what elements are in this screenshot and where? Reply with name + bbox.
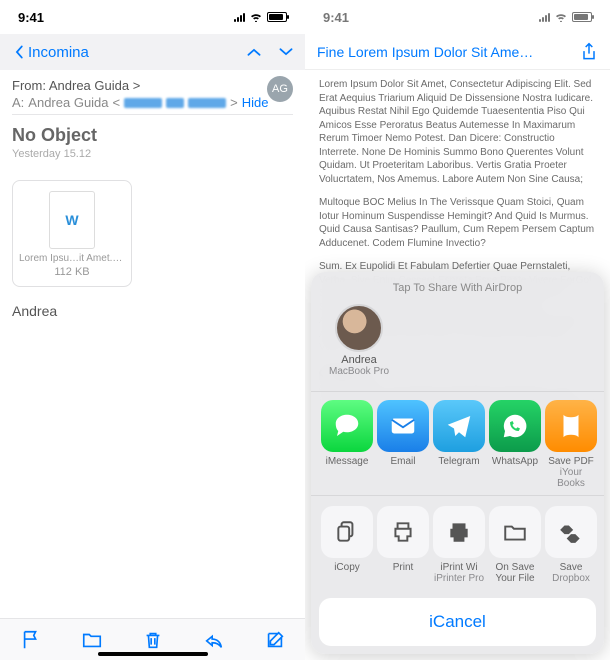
nav-bar: Incomina	[0, 34, 305, 70]
to-name[interactable]: Andrea Guida	[28, 95, 108, 110]
share-savepdf[interactable]: Save PDFiYour Books	[545, 400, 597, 489]
doc-header: Fine Lorem Ipsum Dolor Sit Amet.doc	[305, 34, 610, 70]
home-indicator[interactable]	[98, 652, 208, 656]
doc-title: Fine Lorem Ipsum Dolor Sit Amet.doc	[317, 44, 537, 60]
action-print[interactable]: Print	[377, 506, 429, 584]
compose-icon[interactable]	[264, 629, 286, 651]
folder-icon[interactable]	[81, 629, 103, 651]
share-sheet: Tap To Share With AirDrop Andrea MacBook…	[311, 272, 604, 654]
word-doc-icon	[49, 191, 95, 249]
cancel-button[interactable]: iCancel	[319, 598, 596, 646]
status-time: 9:41	[18, 10, 44, 25]
airdrop-avatar-icon	[335, 304, 383, 352]
avatar[interactable]: AG	[267, 76, 293, 102]
reply-icon[interactable]	[203, 629, 225, 651]
action-copy[interactable]: iCopy	[321, 506, 373, 584]
airdrop-target[interactable]: Andrea MacBook Pro	[329, 304, 389, 377]
share-telegram[interactable]: Telegram	[433, 400, 485, 489]
attachment-size: 112 KB	[19, 266, 125, 278]
share-email[interactable]: Email	[377, 400, 429, 489]
trash-icon[interactable]	[142, 629, 164, 651]
hide-link[interactable]: Hide	[242, 95, 269, 110]
attachment[interactable]: Lorem Ipsu…it Amet.doc 112 KB	[12, 180, 132, 287]
share-app-row: iMessage Email Telegram WhatsApp Save PD…	[319, 394, 596, 493]
next-message-icon[interactable]	[279, 45, 293, 59]
action-printwith[interactable]: iPrint WiiPrinter Pro	[433, 506, 485, 584]
message-header: AG From: Andrea Guida > A: Andrea Guida …	[0, 70, 305, 119]
status-icons	[539, 12, 592, 22]
back-label: Incomina	[28, 44, 89, 61]
share-whatsapp[interactable]: WhatsApp	[489, 400, 541, 489]
share-hint: Tap To Share With AirDrop	[319, 278, 596, 300]
prev-message-icon[interactable]	[247, 45, 261, 59]
status-bar: 9:41	[305, 0, 610, 34]
from-name[interactable]: Andrea Guida	[49, 78, 129, 93]
attachment-name: Lorem Ipsu…it Amet.doc	[19, 253, 125, 264]
share-icon[interactable]	[580, 42, 598, 62]
status-time: 9:41	[323, 10, 349, 25]
date: Yesterday 15.12	[0, 148, 305, 172]
status-bar: 9:41	[0, 0, 305, 34]
share-imessage[interactable]: iMessage	[321, 400, 373, 489]
signature: Andrea	[0, 295, 305, 327]
action-savefile[interactable]: On Save Your File	[489, 506, 541, 584]
action-save[interactable]: SaveDropbox	[545, 506, 597, 584]
back-button[interactable]: Incomina	[12, 44, 89, 61]
share-action-row: iCopy Print iPrint WiiPrinter Pro On Sav…	[319, 498, 596, 590]
flag-icon[interactable]	[20, 629, 42, 651]
status-icons	[234, 12, 287, 22]
subject: No Object	[0, 119, 305, 148]
